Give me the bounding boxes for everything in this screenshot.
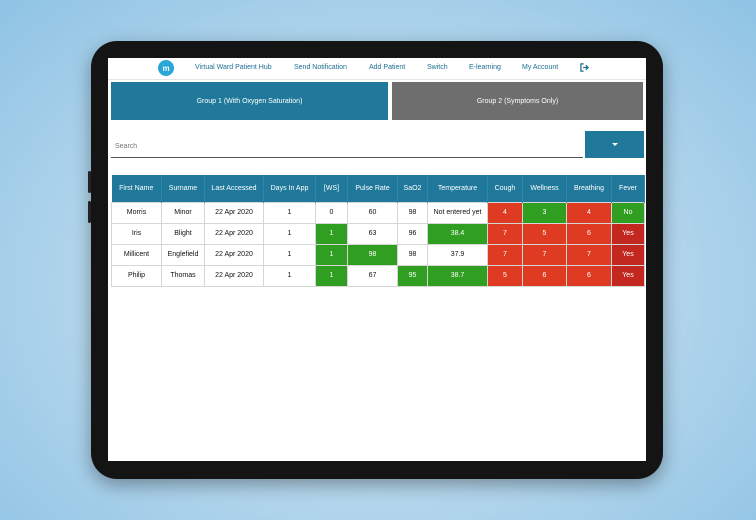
table-row[interactable]: Iris Blight 22 Apr 2020 1 1 63 96 38.4 7… bbox=[112, 223, 645, 244]
col-header-wellness[interactable]: Wellness bbox=[523, 175, 567, 202]
cell-wellness: 5 bbox=[523, 223, 567, 244]
caret-down-icon bbox=[612, 143, 618, 146]
cell-cough: 4 bbox=[488, 202, 523, 223]
nav-switch[interactable]: Switch bbox=[427, 64, 448, 71]
cell-first-name: Morris bbox=[112, 202, 162, 223]
cell-surname: Minor bbox=[162, 202, 205, 223]
nav-virtual-ward-patient-hub[interactable]: Virtual Ward Patient Hub bbox=[195, 64, 272, 71]
col-header-pulse-rate[interactable]: Pulse Rate bbox=[348, 175, 398, 202]
cell-first-name: Philip bbox=[112, 265, 162, 286]
cell-breathing: 6 bbox=[567, 265, 612, 286]
cell-breathing: 4 bbox=[567, 202, 612, 223]
app-logo[interactable]: m bbox=[158, 60, 174, 76]
col-header-ws[interactable]: [WS] bbox=[316, 175, 348, 202]
cell-temperature: 38.7 bbox=[428, 265, 488, 286]
filter-dropdown-button[interactable] bbox=[585, 131, 644, 158]
patient-table: First Name Surname Last Accessed Days In… bbox=[111, 175, 645, 287]
cell-cough: 5 bbox=[488, 265, 523, 286]
volume-button bbox=[88, 171, 91, 193]
cell-ws: 1 bbox=[316, 223, 348, 244]
cell-last-accessed: 22 Apr 2020 bbox=[205, 202, 264, 223]
cell-sao2: 95 bbox=[398, 265, 428, 286]
cell-pulse-rate: 60 bbox=[348, 202, 398, 223]
cell-fever: Yes bbox=[612, 223, 645, 244]
cell-fever: Yes bbox=[612, 244, 645, 265]
volume-button bbox=[88, 201, 91, 223]
col-header-cough[interactable]: Cough bbox=[488, 175, 523, 202]
cell-breathing: 6 bbox=[567, 223, 612, 244]
table-row[interactable]: Morris Minor 22 Apr 2020 1 0 60 98 Not e… bbox=[112, 202, 645, 223]
tab-group-2[interactable]: Group 2 (Symptoms Only) bbox=[392, 82, 643, 120]
cell-days-in-app: 1 bbox=[264, 244, 316, 265]
cell-wellness: 3 bbox=[523, 202, 567, 223]
col-header-sao2[interactable]: SaO2 bbox=[398, 175, 428, 202]
nav-my-account[interactable]: My Account bbox=[522, 64, 558, 71]
col-header-temperature[interactable]: Temperature bbox=[428, 175, 488, 202]
cell-temperature: 37.9 bbox=[428, 244, 488, 265]
cell-last-accessed: 22 Apr 2020 bbox=[205, 265, 264, 286]
cell-surname: Thomas bbox=[162, 265, 205, 286]
cell-pulse-rate: 67 bbox=[348, 265, 398, 286]
cell-days-in-app: 1 bbox=[264, 265, 316, 286]
search-input[interactable] bbox=[111, 136, 583, 158]
cell-pulse-rate: 63 bbox=[348, 223, 398, 244]
col-header-last-accessed[interactable]: Last Accessed bbox=[205, 175, 264, 202]
cell-fever: No bbox=[612, 202, 645, 223]
col-header-surname[interactable]: Surname bbox=[162, 175, 205, 202]
cell-ws: 0 bbox=[316, 202, 348, 223]
cell-ws: 1 bbox=[316, 244, 348, 265]
cell-wellness: 7 bbox=[523, 244, 567, 265]
tab-group-1[interactable]: Group 1 (With Oxygen Saturation) bbox=[111, 82, 388, 120]
logout-icon[interactable] bbox=[580, 63, 589, 72]
app-screen: m Virtual Ward Patient Hub Send Notifica… bbox=[108, 58, 646, 461]
cell-days-in-app: 1 bbox=[264, 223, 316, 244]
col-header-breathing[interactable]: Breathing bbox=[567, 175, 612, 202]
cell-sao2: 98 bbox=[398, 244, 428, 265]
cell-temperature: Not entered yet bbox=[428, 202, 488, 223]
cell-fever: Yes bbox=[612, 265, 645, 286]
top-nav: m Virtual Ward Patient Hub Send Notifica… bbox=[108, 58, 646, 80]
cell-last-accessed: 22 Apr 2020 bbox=[205, 244, 264, 265]
table-header-row: First Name Surname Last Accessed Days In… bbox=[112, 175, 645, 202]
cell-breathing: 7 bbox=[567, 244, 612, 265]
cell-cough: 7 bbox=[488, 223, 523, 244]
cell-first-name: Millicent bbox=[112, 244, 162, 265]
table-row[interactable]: Philip Thomas 22 Apr 2020 1 1 67 95 38.7… bbox=[112, 265, 645, 286]
cell-first-name: Iris bbox=[112, 223, 162, 244]
cell-temperature: 38.4 bbox=[428, 223, 488, 244]
cell-surname: Englefield bbox=[162, 244, 205, 265]
cell-surname: Blight bbox=[162, 223, 205, 244]
cell-ws: 1 bbox=[316, 265, 348, 286]
nav-send-notification[interactable]: Send Notification bbox=[294, 64, 347, 71]
cell-pulse-rate: 98 bbox=[348, 244, 398, 265]
table-row[interactable]: Millicent Englefield 22 Apr 2020 1 1 98 … bbox=[112, 244, 645, 265]
col-header-first-name[interactable]: First Name bbox=[112, 175, 162, 202]
nav-e-learning[interactable]: E-learning bbox=[469, 64, 501, 71]
col-header-fever[interactable]: Fever bbox=[612, 175, 645, 202]
cell-last-accessed: 22 Apr 2020 bbox=[205, 223, 264, 244]
col-header-days-in-app[interactable]: Days In App bbox=[264, 175, 316, 202]
cell-days-in-app: 1 bbox=[264, 202, 316, 223]
cell-wellness: 6 bbox=[523, 265, 567, 286]
cell-sao2: 98 bbox=[398, 202, 428, 223]
cell-cough: 7 bbox=[488, 244, 523, 265]
cell-sao2: 96 bbox=[398, 223, 428, 244]
nav-add-patient[interactable]: Add Patient bbox=[369, 64, 405, 71]
